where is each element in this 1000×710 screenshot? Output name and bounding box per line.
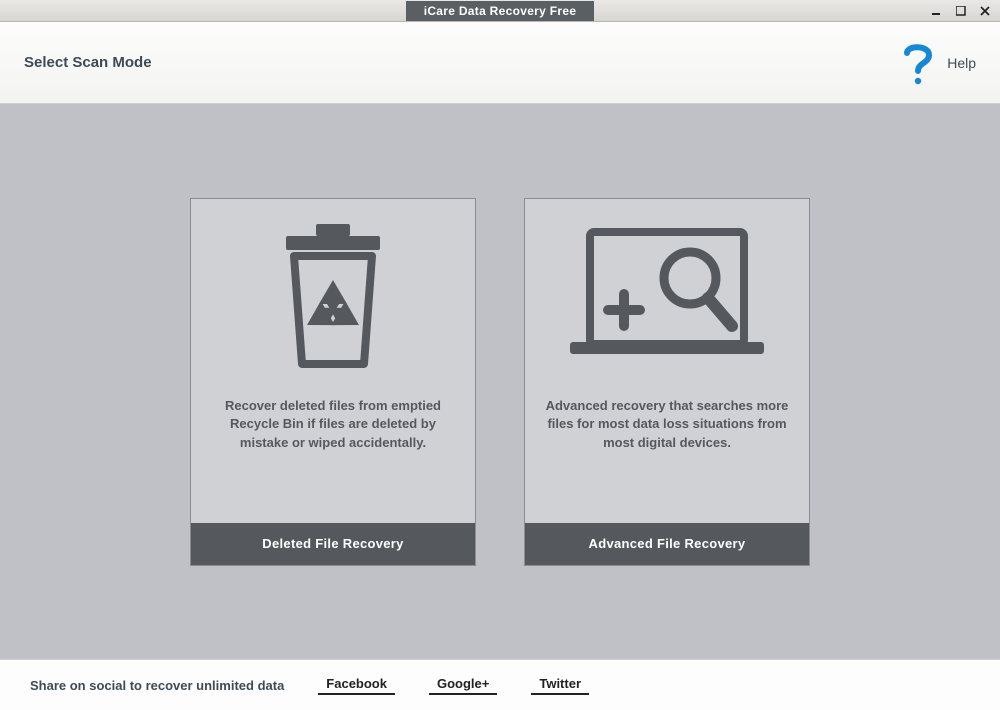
facebook-link[interactable]: Facebook [318, 676, 395, 695]
recycle-bin-icon [191, 199, 475, 389]
help-icon [901, 41, 935, 85]
twitter-link[interactable]: Twitter [531, 676, 589, 695]
main-area: Recover deleted files from emptied Recyc… [0, 104, 1000, 660]
mode-card-description: Recover deleted files from emptied Recyc… [191, 389, 475, 523]
maximize-button[interactable] [954, 4, 968, 18]
help-label[interactable]: Help [947, 55, 976, 71]
share-text: Share on social to recover unlimited dat… [30, 678, 284, 693]
window-controls [930, 0, 992, 21]
mode-card-label: Deleted File Recovery [191, 523, 475, 565]
mode-card-advanced-file-recovery[interactable]: Advanced recovery that searches more fil… [524, 198, 810, 566]
titlebar: iCare Data Recovery Free [0, 0, 1000, 22]
help-group[interactable]: Help [901, 41, 976, 85]
footer-bar: Share on social to recover unlimited dat… [0, 660, 1000, 710]
laptop-search-icon [525, 199, 809, 389]
mode-card-label: Advanced File Recovery [525, 523, 809, 565]
mode-card-description: Advanced recovery that searches more fil… [525, 389, 809, 523]
googleplus-link[interactable]: Google+ [429, 676, 497, 695]
header-bar: Select Scan Mode Help [0, 22, 1000, 104]
minimize-button[interactable] [930, 4, 944, 18]
page-title: Select Scan Mode [24, 54, 152, 71]
close-button[interactable] [978, 4, 992, 18]
mode-card-deleted-file-recovery[interactable]: Recover deleted files from emptied Recyc… [190, 198, 476, 566]
window-title: iCare Data Recovery Free [406, 1, 595, 21]
